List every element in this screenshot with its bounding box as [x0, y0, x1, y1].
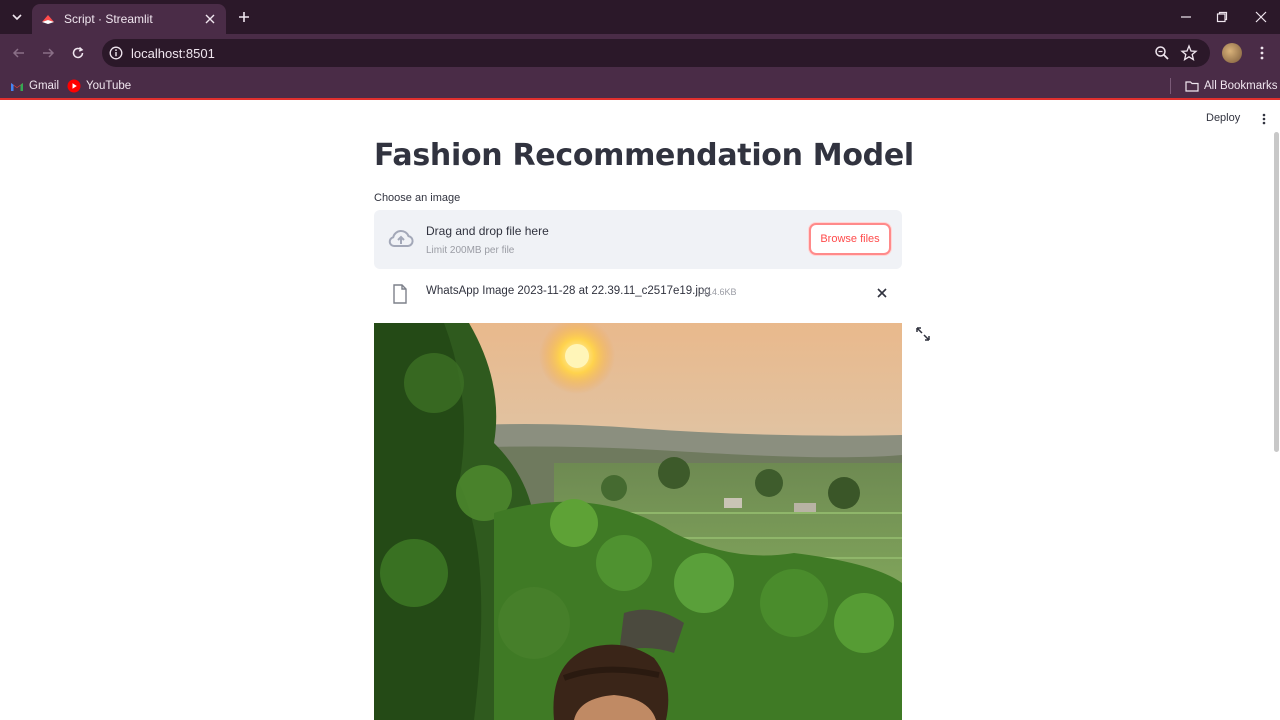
divider [1170, 78, 1171, 94]
browser-toolbar: localhost:8501 [0, 34, 1280, 72]
close-window-button[interactable] [1247, 4, 1275, 30]
url-text: localhost:8501 [131, 46, 215, 61]
cloud-upload-icon [388, 229, 414, 247]
folder-icon [1185, 79, 1199, 93]
restore-icon [1216, 11, 1228, 23]
streamlit-page: Deploy Fashion Recommendation Model Choo… [0, 102, 1280, 720]
arrow-right-icon [43, 48, 55, 58]
remove-file-icon[interactable] [875, 286, 889, 300]
minimize-icon [1181, 16, 1191, 18]
fullscreen-expand-icon[interactable] [915, 326, 931, 342]
dropzone-limit: Limit 200MB per file [426, 245, 515, 256]
bookmark-star-icon[interactable] [1180, 44, 1198, 62]
page-scrollbar[interactable] [1274, 132, 1279, 452]
uploaded-file-name: WhatsApp Image 2023-11-28 at 22.39.11_c2… [426, 285, 711, 297]
deploy-button[interactable]: Deploy [1206, 112, 1240, 124]
minimize-button[interactable] [1172, 4, 1200, 30]
zoom-icon[interactable] [1154, 45, 1170, 61]
new-tab-button[interactable] [234, 7, 254, 27]
profile-avatar[interactable] [1222, 43, 1242, 63]
browser-menu-button[interactable] [1254, 43, 1270, 63]
all-bookmarks-button[interactable]: All Bookmarks [1185, 77, 1278, 95]
uploaded-image [374, 323, 902, 720]
reload-button[interactable] [67, 42, 89, 64]
close-icon [1255, 11, 1267, 23]
gmail-icon [10, 79, 24, 93]
close-tab-icon[interactable] [202, 11, 218, 27]
main-menu-button[interactable] [1258, 111, 1270, 127]
chevron-down-icon [12, 14, 22, 21]
more-vertical-icon [1260, 46, 1264, 60]
bookmarks-bar: Gmail YouTube All Bookmarks [0, 72, 1280, 100]
site-info-icon[interactable] [108, 45, 124, 61]
landscape-portrait-photo [374, 323, 902, 720]
tab-search-button[interactable] [6, 6, 28, 28]
more-vertical-icon [1262, 113, 1266, 125]
forward-button[interactable] [37, 42, 59, 64]
tab-title: Script · Streamlit [64, 12, 153, 26]
maximize-button[interactable] [1208, 4, 1236, 30]
browser-tab[interactable]: Script · Streamlit [32, 4, 226, 34]
youtube-icon [67, 79, 81, 93]
bookmark-label: Gmail [29, 80, 60, 92]
browse-files-button[interactable]: Browse files [809, 223, 891, 255]
file-dropzone[interactable]: Drag and drop file here Limit 200MB per … [374, 210, 902, 269]
uploader-label: Choose an image [374, 192, 461, 204]
tab-bar: Script · Streamlit [0, 0, 1280, 34]
arrow-left-icon [12, 48, 24, 58]
reload-icon [72, 46, 84, 59]
address-bar[interactable]: localhost:8501 [102, 39, 1210, 67]
dropzone-instructions: Drag and drop file here [426, 224, 549, 238]
page-title: Fashion Recommendation Model [374, 138, 914, 173]
uploaded-file-size: 414.6KB [702, 287, 737, 297]
bookmark-label: YouTube [86, 80, 132, 92]
uploaded-file-row: WhatsApp Image 2023-11-28 at 22.39.11_c2… [374, 276, 902, 310]
plus-icon [239, 12, 249, 22]
bookmark-youtube[interactable]: YouTube [67, 77, 131, 95]
all-bookmarks-label: All Bookmarks [1204, 80, 1278, 92]
back-button[interactable] [8, 42, 30, 64]
bookmark-gmail[interactable]: Gmail [10, 77, 59, 95]
file-icon [393, 284, 407, 304]
streamlit-icon [40, 11, 56, 27]
